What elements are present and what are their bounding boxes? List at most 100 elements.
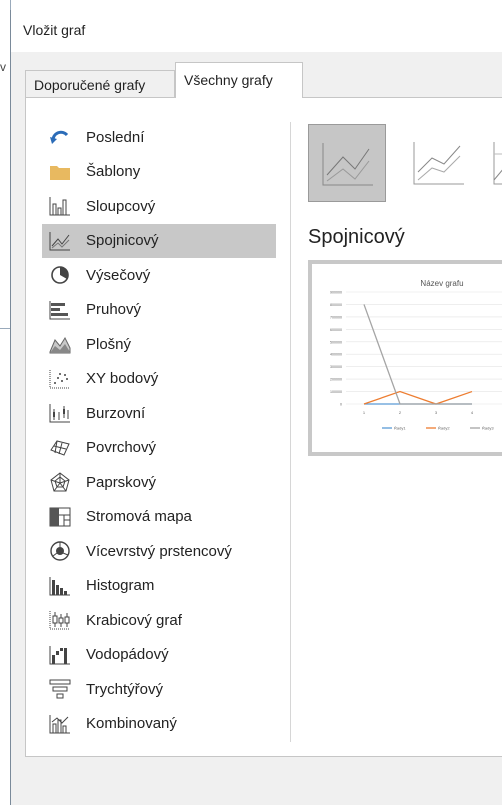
area-chart-icon <box>48 333 72 355</box>
chart-preview[interactable]: Název grafu 900000 800000 700000 600000 5000… <box>308 260 502 456</box>
chart-type-item-stock[interactable]: Burzovní <box>42 396 276 431</box>
preview-x-tick-label: 2 <box>399 410 402 415</box>
tab-all-charts[interactable]: Všechny grafy <box>175 62 303 98</box>
subtype-heading: Spojnicový <box>308 226 405 248</box>
preview-y-tick-label: 600000 <box>330 328 342 332</box>
preview-y-tick-label: 200000 <box>330 378 342 382</box>
chart-type-label: Kombinovaný <box>86 715 177 733</box>
chart-type-label: Poslední <box>86 128 145 146</box>
stock-chart-icon <box>48 402 72 424</box>
subtype-stacked-line[interactable] <box>400 124 478 202</box>
subtype-100-stacked-line-thumbnail <box>493 142 502 185</box>
preview-y-tick-label: 400000 <box>330 353 342 357</box>
chart-type-item-scatter[interactable]: XY bodový <box>42 362 276 397</box>
bar-chart-icon <box>48 299 72 321</box>
chart-type-label: Vícevrstvý prstencový <box>86 542 232 560</box>
background-divider <box>10 0 11 10</box>
chart-type-label: Povrchový <box>86 439 157 457</box>
chart-type-label: Pruhový <box>86 301 142 319</box>
chart-type-label: Paprskový <box>86 473 157 491</box>
chart-type-item-surface[interactable]: Povrchový <box>42 431 276 466</box>
chart-type-item-waterfall[interactable]: Vodopádový <box>42 638 276 673</box>
line-chart-icon <box>48 230 72 252</box>
chart-type-item-combo[interactable]: Kombinovaný <box>42 707 276 742</box>
subtype-line[interactable] <box>308 124 386 202</box>
all-charts-panel: Poslední Šablony Sloupcový Spojnicový Vý… <box>25 97 502 757</box>
background-divider <box>0 328 10 329</box>
preview-series-line <box>363 390 473 405</box>
preview-legend-label: Řady3 <box>482 426 494 431</box>
chart-type-item-line[interactable]: Spojnicový <box>42 223 276 258</box>
chart-type-label: Šablony <box>86 163 141 181</box>
preview-y-tick-label: 100000 <box>330 390 342 394</box>
subtype-line-thumbnail <box>322 143 373 186</box>
tab-strip: Doporučené grafy Všechny grafy <box>25 62 502 102</box>
combo-chart-icon <box>48 713 72 735</box>
chart-type-item-radar[interactable]: Paprskový <box>42 465 276 500</box>
preview-legend-label: Řady2 <box>438 426 450 431</box>
chart-type-item-treemap[interactable]: Stromová mapa <box>42 500 276 535</box>
dialog-titlebar[interactable]: Vložit graf <box>11 10 502 52</box>
preview-chart-title: Název grafu <box>420 279 463 288</box>
scatter-chart-icon <box>48 368 72 390</box>
background-cut-label: v <box>0 60 6 74</box>
subtype-100-stacked-line[interactable] <box>492 124 502 202</box>
chart-subtype-gallery <box>308 124 502 204</box>
chart-type-item-column[interactable]: Sloupcový <box>42 189 276 224</box>
column-chart-icon <box>48 195 72 217</box>
preview-legend: Řady1 Řady2 Řady3 <box>382 426 494 431</box>
chart-type-label: Krabicový graf <box>86 611 182 629</box>
tab-recommended-charts[interactable]: Doporučené grafy <box>25 70 175 98</box>
chart-type-item-bar[interactable]: Pruhový <box>42 293 276 328</box>
preview-chart-svg: Název grafu 900000 800000 700000 600000 5000… <box>330 279 502 431</box>
chart-type-item-histogram[interactable]: Histogram <box>42 569 276 604</box>
preview-y-tick-label: 0 <box>340 403 342 407</box>
chart-type-label: Stromová mapa <box>86 508 192 526</box>
preview-x-ticks: 1 2 3 4 <box>363 410 474 415</box>
preview-y-tick-label: 800000 <box>330 303 342 307</box>
chart-type-label: Trychtýřový <box>86 680 163 698</box>
chart-type-list: Poslední Šablony Sloupcový Spojnicový Vý… <box>42 120 276 741</box>
sunburst-icon <box>48 540 72 562</box>
pie-chart-icon <box>48 264 72 286</box>
treemap-icon <box>48 506 72 528</box>
chart-type-label: Histogram <box>86 577 155 595</box>
chart-type-item-funnel[interactable]: Trychtýřový <box>42 672 276 707</box>
chart-type-item-box-whisker[interactable]: Krabicový graf <box>42 603 276 638</box>
chart-type-label: Plošný <box>86 335 132 353</box>
chart-type-item-area[interactable]: Plošný <box>42 327 276 362</box>
chart-type-label: Výsečový <box>86 266 151 284</box>
preview-x-tick-label: 3 <box>435 410 438 415</box>
preview-y-tick-label: 500000 <box>330 340 342 344</box>
preview-y-tick-label: 300000 <box>330 365 342 369</box>
preview-y-tick-label: 700000 <box>330 315 342 319</box>
chart-type-label: Burzovní <box>86 404 146 422</box>
chart-type-label: Spojnicový <box>86 232 159 250</box>
folder-icon <box>48 161 72 183</box>
preview-legend-label: Řady1 <box>394 426 406 431</box>
chart-type-item-recent[interactable]: Poslední <box>42 120 276 155</box>
panel-divider <box>290 122 291 742</box>
funnel-icon <box>48 678 72 700</box>
insert-chart-dialog: Vložit graf Doporučené grafy Všechny gra… <box>10 10 502 805</box>
recent-icon <box>48 126 72 148</box>
tab-label: Všechny grafy <box>184 72 273 88</box>
surface-chart-icon <box>48 437 72 459</box>
subtype-stacked-line-thumbnail <box>413 142 464 185</box>
waterfall-icon <box>48 644 72 666</box>
preview-x-tick-label: 4 <box>471 410 474 415</box>
chart-type-label: Vodopádový <box>86 646 169 664</box>
histogram-icon <box>48 575 72 597</box>
preview-y-ticks: 900000 800000 700000 600000 500000 400000 3000… <box>330 291 342 407</box>
radar-chart-icon <box>48 471 72 493</box>
tab-label: Doporučené grafy <box>34 77 146 93</box>
chart-type-item-templates[interactable]: Šablony <box>42 155 276 190</box>
chart-type-label: Sloupcový <box>86 197 156 215</box>
box-whisker-icon <box>48 609 72 631</box>
preview-y-tick-label: 900000 <box>330 291 342 295</box>
preview-gridlines <box>346 291 502 405</box>
chart-type-item-pie[interactable]: Výsečový <box>42 258 276 293</box>
chart-type-item-sunburst[interactable]: Vícevrstvý prstencový <box>42 534 276 569</box>
dialog-title: Vložit graf <box>23 22 86 38</box>
chart-type-label: XY bodový <box>86 370 159 388</box>
